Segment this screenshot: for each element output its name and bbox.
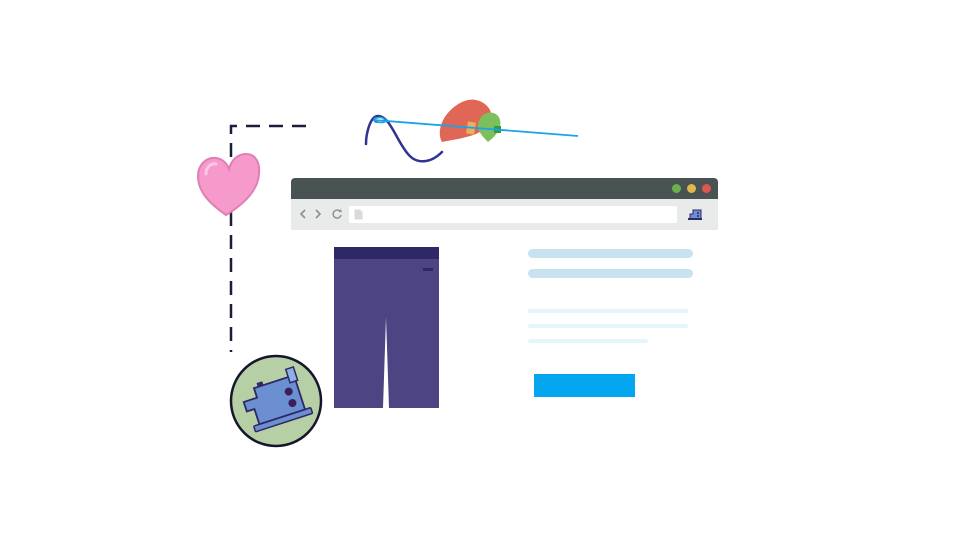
description-line-placeholder — [528, 339, 648, 343]
window-minimize-icon[interactable] — [687, 184, 696, 193]
browser-titlebar — [291, 178, 718, 199]
chevron-left-icon[interactable] — [296, 207, 310, 221]
product-title-placeholder — [528, 249, 693, 258]
sewing-machine-badge-icon — [229, 354, 323, 448]
product-image-pants — [334, 247, 439, 408]
browser-window — [291, 178, 718, 438]
description-line-placeholder — [528, 324, 688, 328]
description-line-placeholder — [528, 309, 688, 313]
browser-toolbar — [291, 199, 718, 230]
product-subtitle-placeholder — [528, 269, 693, 278]
page-icon — [354, 209, 363, 220]
pink-heart-icon — [196, 152, 261, 217]
sewing-machine-icon[interactable] — [687, 207, 703, 221]
chevron-right-icon[interactable] — [311, 207, 325, 221]
window-close-icon[interactable] — [702, 184, 711, 193]
add-to-cart-button[interactable] — [534, 374, 635, 397]
address-bar[interactable] — [349, 206, 677, 223]
needle-thread-hearts-illustration — [364, 99, 579, 163]
reload-icon[interactable] — [330, 207, 344, 221]
window-maximize-icon[interactable] — [672, 184, 681, 193]
